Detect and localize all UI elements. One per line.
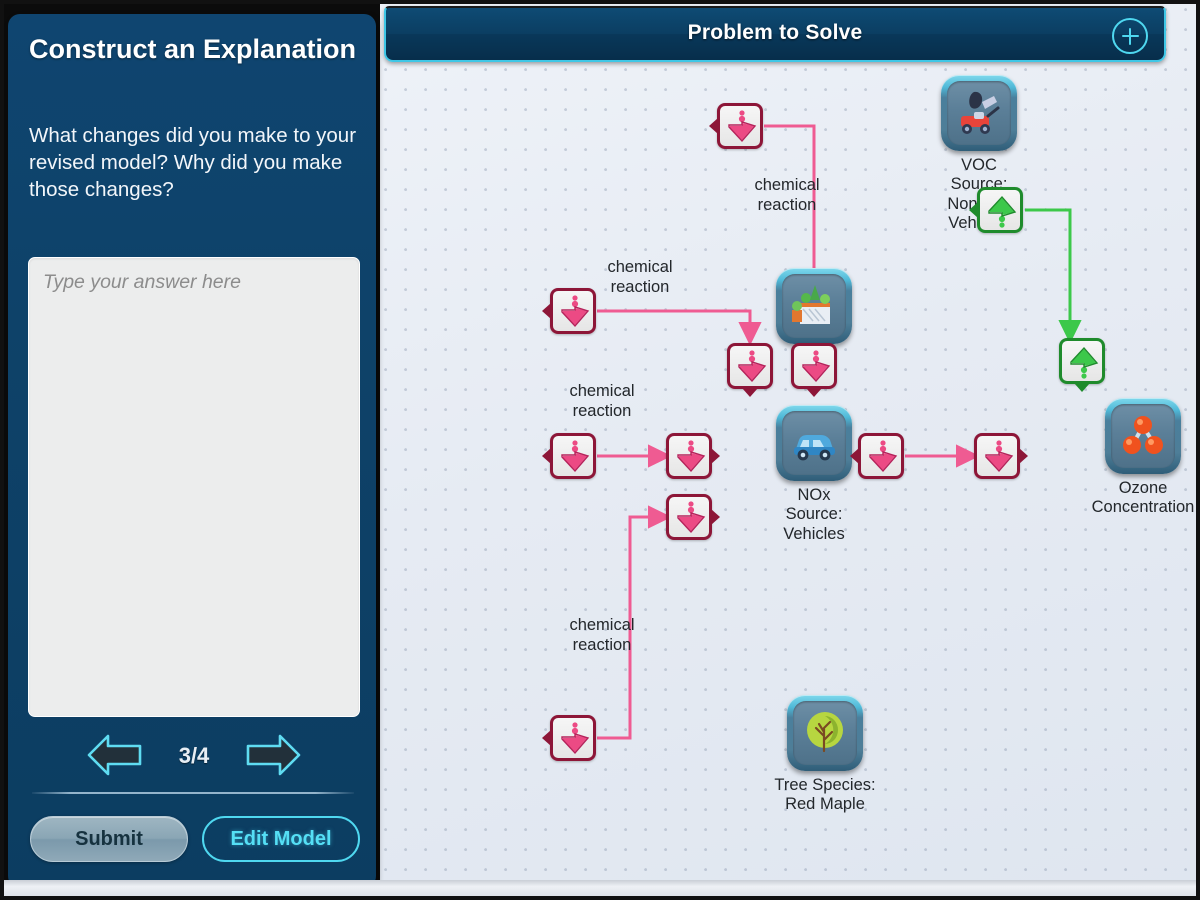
decrease-arrow-icon bbox=[738, 350, 767, 383]
node-icon-frame bbox=[776, 268, 852, 344]
relationship-badge-decrease[interactable] bbox=[709, 103, 763, 149]
node-label: Ozone Concentration bbox=[1091, 479, 1195, 517]
car-icon bbox=[794, 435, 835, 461]
page-title: Problem to Solve bbox=[687, 21, 863, 44]
edge-label-voc: chemical reaction bbox=[754, 176, 820, 214]
answer-input[interactable]: Type your answer here bbox=[28, 257, 360, 717]
green-roof-icon bbox=[792, 285, 830, 324]
prompt-text: What changes did you make to your revise… bbox=[29, 124, 357, 202]
relationship-badge-decrease[interactable] bbox=[727, 343, 773, 397]
decrease-arrow-icon bbox=[561, 440, 590, 473]
edge-label-tree: chemical reaction bbox=[569, 616, 635, 654]
decrease-arrow-icon bbox=[561, 722, 590, 755]
canvas-header-bar: Problem to Solve bbox=[384, 6, 1166, 62]
model-canvas[interactable]: VOC Source: Nonroad Vehicles Pets bbox=[380, 4, 1196, 896]
increase-arrow-icon bbox=[1070, 346, 1099, 379]
pager: 3/4 bbox=[28, 726, 360, 784]
decrease-arrow-icon bbox=[677, 440, 706, 473]
add-item-button[interactable] bbox=[1112, 18, 1148, 54]
node-tree-species[interactable]: Tree Species: Red Maple bbox=[767, 695, 883, 815]
relationship-badge-decrease[interactable] bbox=[850, 433, 904, 479]
relationship-badge-increase[interactable] bbox=[969, 187, 1023, 233]
window-bottom-strip bbox=[4, 880, 1196, 896]
relationship-badge-decrease[interactable] bbox=[974, 433, 1028, 479]
node-nox-source[interactable]: NOx Source: Vehicles bbox=[773, 405, 855, 544]
relationship-badge-increase[interactable] bbox=[1059, 338, 1105, 392]
lawn-mower-icon bbox=[961, 91, 1000, 134]
panel-divider bbox=[32, 792, 354, 794]
ozone-molecule-icon bbox=[1123, 416, 1163, 454]
panel-title: Construct an Explanation bbox=[29, 34, 357, 64]
maple-tree-icon bbox=[807, 712, 843, 753]
explanation-panel: Construct an Explanation What changes di… bbox=[8, 14, 376, 890]
decrease-arrow-icon bbox=[677, 501, 706, 534]
page-indicator: 3/4 bbox=[178, 743, 210, 768]
app-window: VOC Source: Nonroad Vehicles Pets bbox=[0, 0, 1200, 900]
node-icon-frame bbox=[787, 695, 863, 771]
edge-label-nox: chemical reaction bbox=[569, 382, 635, 420]
decrease-arrow-icon bbox=[561, 295, 590, 328]
decrease-arrow-icon bbox=[869, 440, 898, 473]
edge-label-green-roof: chemical reaction bbox=[607, 258, 673, 296]
node-icon-frame bbox=[776, 405, 852, 481]
relationship-badge-decrease[interactable] bbox=[542, 433, 596, 479]
relationship-badge-decrease[interactable] bbox=[666, 494, 720, 540]
node-icon-frame bbox=[1105, 398, 1181, 474]
node-icon-frame bbox=[941, 75, 1017, 151]
node-label: NOx Source: Vehicles bbox=[783, 486, 845, 543]
submit-button[interactable]: Submit bbox=[30, 816, 188, 862]
node-ozone-concentration[interactable]: Ozone Concentration bbox=[1085, 398, 1200, 518]
decrease-arrow-icon bbox=[802, 350, 831, 383]
arrow-right-icon bbox=[246, 734, 301, 776]
edit-model-button[interactable]: Edit Model bbox=[202, 816, 360, 862]
relationship-badge-decrease[interactable] bbox=[791, 343, 837, 397]
next-page-button[interactable] bbox=[244, 732, 302, 778]
increase-arrow-icon bbox=[988, 195, 1017, 228]
decrease-arrow-icon bbox=[985, 440, 1014, 473]
answer-placeholder: Type your answer here bbox=[43, 271, 241, 293]
node-label: Tree Species: Red Maple bbox=[774, 776, 876, 814]
relationship-badge-decrease[interactable] bbox=[666, 433, 720, 479]
relationship-badge-decrease[interactable] bbox=[542, 715, 596, 761]
decrease-arrow-icon bbox=[728, 110, 757, 143]
